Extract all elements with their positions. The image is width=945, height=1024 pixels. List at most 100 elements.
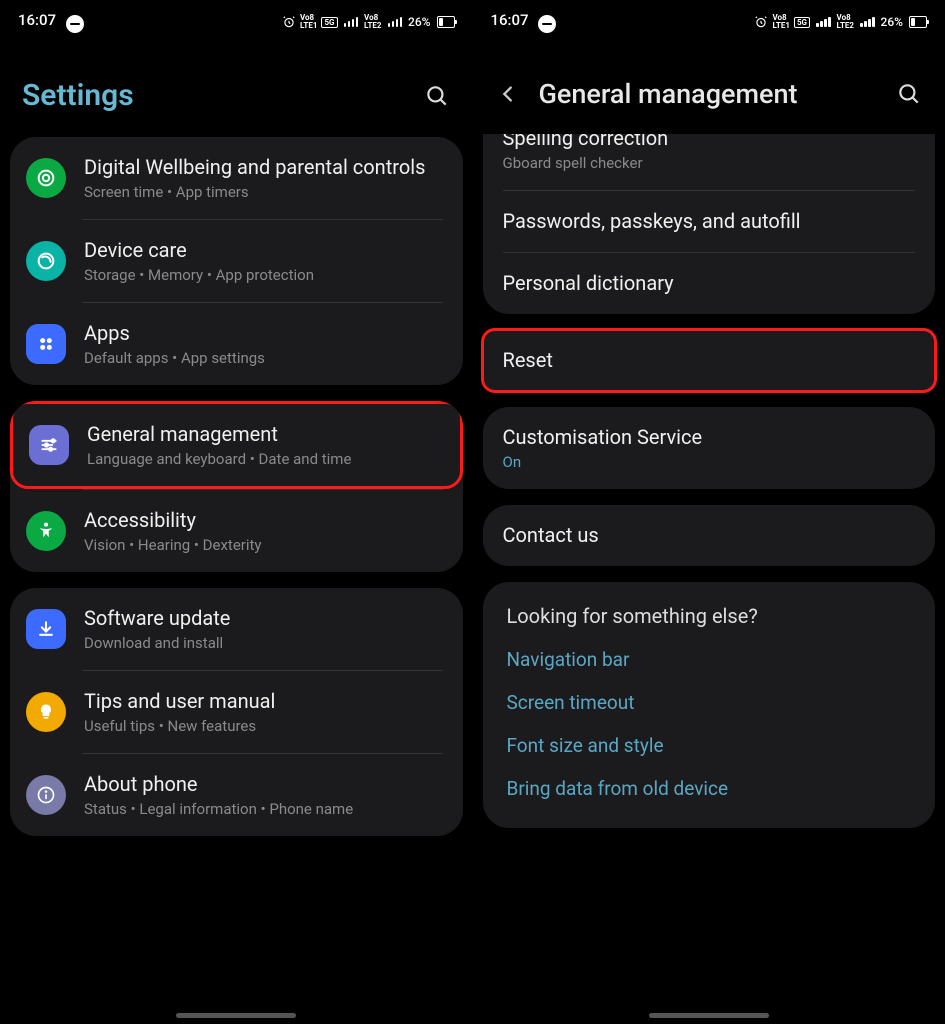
row-title: Personal dictionary — [503, 271, 916, 296]
header-general-management: General management — [473, 44, 945, 134]
row-spelling-correction[interactable]: Spelling correction Gboard spell checker — [483, 134, 936, 190]
row-device-care[interactable]: Device care Storage • Memory • App prote… — [10, 220, 463, 302]
devicecare-icon — [26, 241, 66, 281]
row-about-phone[interactable]: About phone Status • Legal information •… — [10, 754, 463, 836]
row-title: Apps — [84, 321, 443, 346]
link-bring-data[interactable]: Bring data from old device — [483, 767, 936, 810]
signal1-icon — [344, 17, 359, 27]
battery-icon — [437, 16, 455, 28]
signal2-icon — [388, 17, 403, 27]
status-right: Vo8LTE1 5G Vo8LTE2 26% — [282, 14, 455, 30]
row-subtitle: Screen time • App timers — [84, 183, 443, 201]
row-personal-dictionary[interactable]: Personal dictionary — [483, 253, 936, 314]
gm-group-customisation: Customisation Service On — [483, 407, 936, 489]
settings-list[interactable]: Digital Wellbeing and parental controls … — [0, 137, 473, 1024]
phone-right: 16:07 Vo8LTE1 5G Vo8LTE2 26% General man… — [473, 0, 945, 1024]
row-subtitle: Storage • Memory • App protection — [84, 266, 443, 284]
row-title: Passwords, passkeys, and autofill — [503, 209, 916, 234]
row-title: Software update — [84, 606, 443, 631]
signal2-icon — [860, 17, 875, 27]
apps-icon — [26, 324, 66, 364]
link-screen-timeout[interactable]: Screen timeout — [483, 681, 936, 724]
row-general-management[interactable]: General management Language and keyboard… — [13, 404, 460, 486]
row-subtitle: Download and install — [84, 634, 443, 652]
lte2-label: Vo8LTE2 — [837, 14, 855, 30]
header-settings: Settings — [0, 44, 473, 137]
update-icon — [26, 609, 66, 649]
row-title: Digital Wellbeing and parental controls — [84, 155, 443, 180]
accessibility-icon — [26, 511, 66, 551]
row-reset[interactable]: Reset — [483, 330, 936, 391]
status-bar: 16:07 Vo8LTE1 5G Vo8LTE2 26% — [0, 0, 473, 44]
gm-group-reset: Reset — [483, 330, 936, 391]
row-title: Accessibility — [84, 508, 443, 533]
row-tips[interactable]: Tips and user manual Useful tips • New f… — [10, 671, 463, 753]
nav-handle[interactable] — [176, 1013, 296, 1018]
row-title: Contact us — [503, 523, 916, 548]
highlight-frame: General management Language and keyboard… — [10, 401, 463, 489]
row-title: Tips and user manual — [84, 689, 443, 714]
lte1-label: Vo8LTE1 — [772, 14, 790, 30]
wellbeing-icon — [26, 158, 66, 198]
gm-group-contact: Contact us — [483, 505, 936, 566]
row-subtitle: Gboard spell checker — [503, 154, 916, 172]
status-bar: 16:07 Vo8LTE1 5G Vo8LTE2 26% — [473, 0, 945, 44]
row-title: Customisation Service — [503, 425, 916, 450]
gm-list[interactable]: Spelling correction Gboard spell checker… — [473, 134, 945, 1024]
row-title: General management — [87, 422, 440, 447]
link-navigation-bar[interactable]: Navigation bar — [483, 638, 936, 681]
back-button[interactable] — [495, 81, 521, 107]
row-apps[interactable]: Apps Default apps • App settings — [10, 303, 463, 385]
battery-icon — [909, 16, 927, 28]
gm-group-looking: Looking for something else? Navigation b… — [483, 582, 936, 828]
dnd-icon — [538, 15, 556, 33]
alarm-icon — [282, 15, 296, 29]
settings-group: Software update Download and install Tip… — [10, 588, 463, 836]
time-text: 16:07 — [491, 11, 529, 29]
fiveg-badge: 5G — [321, 17, 337, 28]
page-title: Settings — [22, 78, 405, 113]
row-subtitle: Status • Legal information • Phone name — [84, 800, 443, 818]
row-title: Reset — [503, 348, 916, 373]
row-subtitle: Vision • Hearing • Dexterity — [84, 536, 443, 554]
dnd-icon — [66, 15, 84, 33]
row-passwords[interactable]: Passwords, passkeys, and autofill — [483, 191, 936, 252]
looking-heading: Looking for something else? — [483, 582, 936, 638]
chevron-left-icon — [497, 83, 519, 105]
search-icon — [896, 81, 922, 107]
row-accessibility[interactable]: Accessibility Vision • Hearing • Dexteri… — [10, 490, 463, 572]
about-icon — [26, 775, 66, 815]
tips-icon — [26, 692, 66, 732]
row-subtitle: Default apps • App settings — [84, 349, 443, 367]
time-text: 16:07 — [18, 11, 56, 29]
fiveg-badge: 5G — [794, 17, 810, 28]
row-subtitle: On — [503, 453, 916, 471]
row-software-update[interactable]: Software update Download and install — [10, 588, 463, 670]
lte2-label: Vo8LTE2 — [364, 14, 382, 30]
search-icon — [424, 83, 450, 109]
row-contact-us[interactable]: Contact us — [483, 505, 936, 566]
row-subtitle: Useful tips • New features — [84, 717, 443, 735]
row-title: About phone — [84, 772, 443, 797]
general-icon — [29, 425, 69, 465]
lte1-label: Vo8LTE1 — [300, 14, 318, 30]
alarm-icon — [754, 15, 768, 29]
row-digital-wellbeing[interactable]: Digital Wellbeing and parental controls … — [10, 137, 463, 219]
row-subtitle: Language and keyboard • Date and time — [87, 450, 440, 468]
status-right: Vo8LTE1 5G Vo8LTE2 26% — [754, 14, 927, 30]
battery-text: 26% — [408, 15, 430, 29]
row-customisation-service[interactable]: Customisation Service On — [483, 407, 936, 489]
search-button[interactable] — [423, 82, 451, 110]
status-time: 16:07 — [491, 11, 557, 33]
settings-group: Digital Wellbeing and parental controls … — [10, 137, 463, 385]
signal1-icon — [816, 17, 831, 27]
search-button[interactable] — [895, 80, 923, 108]
status-time: 16:07 — [18, 11, 84, 33]
phone-left: 16:07 Vo8LTE1 5G Vo8LTE2 26% Settings — [0, 0, 473, 1024]
nav-handle[interactable] — [649, 1013, 769, 1018]
settings-group: General management Language and keyboard… — [10, 401, 463, 572]
battery-text: 26% — [881, 15, 903, 29]
gm-group-top: Spelling correction Gboard spell checker… — [483, 134, 936, 314]
link-font-size[interactable]: Font size and style — [483, 724, 936, 767]
row-title: Spelling correction — [503, 134, 916, 151]
